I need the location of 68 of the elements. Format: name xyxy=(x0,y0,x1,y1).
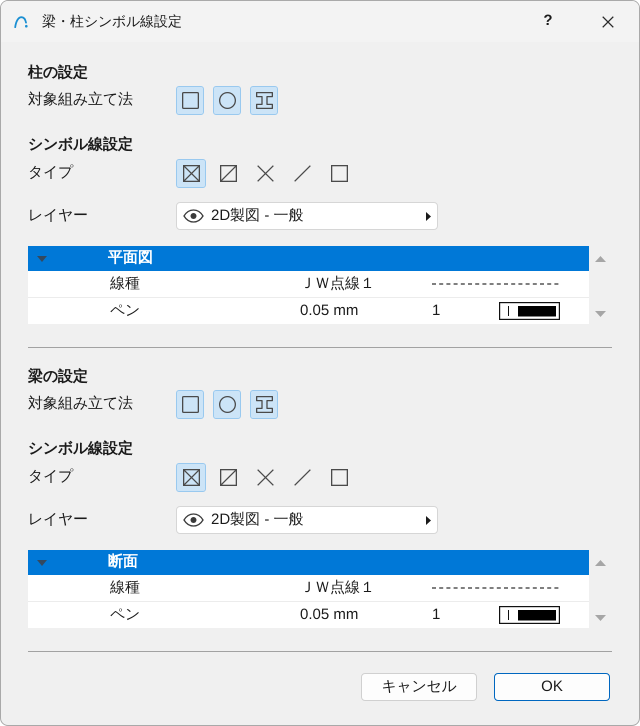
property-value: 0.05 mm xyxy=(300,606,358,623)
field-label: 対象組み立て法 xyxy=(28,394,134,414)
property-value: 0.05 mm xyxy=(300,302,358,319)
method-toggle-button[interactable] xyxy=(176,86,204,115)
field-label: 対象組み立て法 xyxy=(28,90,134,110)
crossed-box-icon xyxy=(182,165,200,182)
dashed-line-icon xyxy=(432,283,560,285)
submenu-arrow-icon xyxy=(426,516,431,524)
method-toggle-button[interactable] xyxy=(250,390,278,419)
property-row[interactable]: 線種 ＪＷ点線１ xyxy=(28,575,589,602)
empty-box-icon xyxy=(330,165,348,182)
help-button[interactable]: ? xyxy=(536,8,560,36)
close-icon[interactable] xyxy=(602,16,614,28)
slashed-box-icon xyxy=(220,469,236,486)
i-beam-icon xyxy=(256,92,272,109)
method-toggle-button[interactable] xyxy=(250,86,278,115)
dashed-line-icon xyxy=(432,587,560,589)
pen-number: 1 xyxy=(432,604,442,625)
type-toggle-button[interactable] xyxy=(176,159,206,188)
method-toggle-button[interactable] xyxy=(176,390,204,419)
property-name: ペン xyxy=(110,302,140,319)
window-title: 梁・柱シンボル線設定 xyxy=(42,12,182,31)
property-name: 線種 xyxy=(110,579,140,596)
slash-line-icon xyxy=(294,469,310,486)
group-label: 断面 xyxy=(108,552,138,572)
field-label: タイプ xyxy=(28,467,74,488)
property-name: ペン xyxy=(110,606,140,623)
pen-swatch-icon xyxy=(499,302,560,320)
dialog-button[interactable]: キャンセル xyxy=(361,673,477,701)
property-value: ＪＷ点線１ xyxy=(300,579,375,596)
section-heading: 梁の設定 xyxy=(28,367,88,387)
pen-number: 1 xyxy=(432,300,442,321)
property-row[interactable]: ペン 0.05 mm 1 xyxy=(28,602,589,628)
method-toggle-button[interactable] xyxy=(213,86,241,115)
property-row[interactable]: ペン 0.05 mm 1 xyxy=(28,298,589,324)
slashed-box-icon xyxy=(220,165,236,182)
eye-icon xyxy=(183,209,204,223)
group-header-row[interactable]: 断面 xyxy=(28,550,589,575)
layer-dropdown[interactable]: 2D製図 - 一般 xyxy=(176,202,438,230)
square-icon xyxy=(182,92,198,109)
field-label: レイヤー xyxy=(28,510,89,530)
i-beam-icon xyxy=(256,396,272,413)
cross-lines-icon xyxy=(256,165,274,182)
section-heading: シンボル線設定 xyxy=(28,135,133,155)
crossed-box-icon xyxy=(182,469,200,486)
pen-swatch-icon xyxy=(499,606,560,624)
field-label: タイプ xyxy=(28,163,74,184)
section-heading: シンボル線設定 xyxy=(28,439,133,459)
empty-box-icon xyxy=(330,469,348,486)
field-label: レイヤー xyxy=(28,206,89,226)
layer-dropdown[interactable]: 2D製図 - 一般 xyxy=(176,506,438,534)
submenu-arrow-icon xyxy=(426,212,431,220)
dialog-button[interactable]: OK xyxy=(494,673,610,701)
property-row[interactable]: 線種 ＪＷ点線１ xyxy=(28,271,589,298)
section-heading: 柱の設定 xyxy=(28,63,88,83)
cross-lines-icon xyxy=(256,469,274,486)
square-icon xyxy=(182,396,198,413)
circle-icon xyxy=(218,92,236,109)
group-header-row[interactable]: 平面図 xyxy=(28,246,589,271)
property-value: ＪＷ点線１ xyxy=(300,275,375,292)
eye-icon xyxy=(183,513,204,527)
group-label: 平面図 xyxy=(108,248,153,268)
property-name: 線種 xyxy=(110,275,140,292)
app-logo-icon xyxy=(14,16,28,28)
slash-line-icon xyxy=(294,165,310,182)
method-toggle-button[interactable] xyxy=(213,390,241,419)
circle-icon xyxy=(218,396,236,413)
type-toggle-button[interactable] xyxy=(176,463,206,492)
